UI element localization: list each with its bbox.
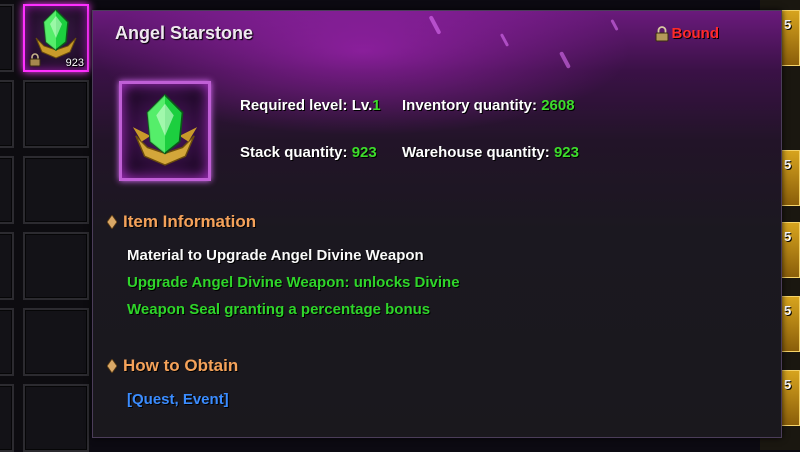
- item-icon-frame: [119, 81, 211, 181]
- inventory-slot[interactable]: [23, 232, 89, 300]
- right-item-tile[interactable]: 5: [780, 10, 800, 66]
- diamond-bullet-icon: [107, 359, 117, 373]
- how-to-obtain-heading: How to Obtain: [107, 356, 238, 376]
- inventory-slot[interactable]: [23, 384, 89, 452]
- inventory-slot[interactable]: [0, 232, 14, 300]
- obtain-sources: [Quest, Event]: [127, 391, 229, 408]
- inventory-slot[interactable]: [0, 4, 14, 72]
- item-count: 923: [65, 57, 84, 69]
- lock-icon: [655, 25, 669, 41]
- item-information-heading: Item Information: [107, 212, 256, 232]
- item-description: Material to Upgrade Angel Divine Weapon: [127, 247, 424, 264]
- light-streak: [499, 33, 510, 47]
- right-item-tile[interactable]: 5: [780, 296, 800, 352]
- warehouse-quantity: Warehouse quantity: 923: [402, 144, 579, 161]
- right-item-tile[interactable]: 5: [780, 222, 800, 278]
- item-effect-line: Upgrade Angel Divine Weapon: unlocks Div…: [127, 274, 460, 291]
- light-streak: [610, 18, 619, 32]
- inventory-slot[interactable]: [23, 80, 89, 148]
- inventory-slot-selected[interactable]: 923: [23, 4, 89, 72]
- stack-quantity: Stack quantity: 923: [240, 144, 377, 161]
- inventory-slot[interactable]: [0, 308, 14, 376]
- inventory-slot[interactable]: [0, 384, 14, 452]
- inventory-slot[interactable]: [23, 156, 89, 224]
- right-item-tile[interactable]: 5: [780, 150, 800, 206]
- inventory-slot[interactable]: [23, 308, 89, 376]
- green-crystal-gem-icon: [132, 93, 198, 166]
- bound-status: Bound: [655, 25, 719, 42]
- inventory-slot[interactable]: [0, 156, 14, 224]
- bound-label: Bound: [671, 25, 719, 42]
- required-level: Required level: Lv.1: [240, 97, 381, 114]
- inventory-slot[interactable]: [0, 80, 14, 148]
- lock-icon: [29, 53, 41, 67]
- item-tooltip: Angel Starstone Bound Required level: Lv…: [92, 10, 782, 438]
- item-title: Angel Starstone: [115, 23, 254, 43]
- light-streak: [428, 15, 442, 35]
- right-item-tile[interactable]: 5: [780, 370, 800, 426]
- item-effect-line: Weapon Seal granting a percentage bonus: [127, 301, 431, 318]
- diamond-bullet-icon: [107, 215, 117, 229]
- light-streak: [559, 51, 571, 69]
- inventory-quantity: Inventory quantity: 2608: [402, 97, 575, 114]
